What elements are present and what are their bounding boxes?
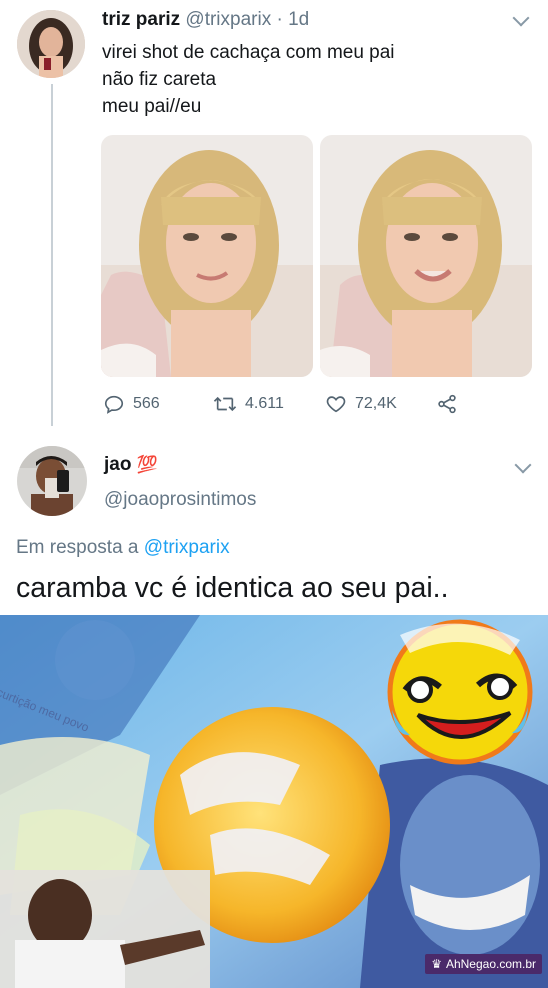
display-name[interactable]: triz pariz [102, 9, 180, 30]
watermark-text: AhNegao.com.br [445, 957, 536, 971]
thread-line [51, 84, 53, 426]
avatar-joaoprosintimos[interactable] [17, 446, 87, 516]
tweet-line: meu pai//eu [102, 96, 202, 117]
display-name[interactable]: jao [104, 454, 131, 475]
tweet2-name-row: jao 💯 [104, 454, 158, 476]
retweet-count: 4.611 [245, 395, 284, 412]
watermark-logo-icon: ♛ [431, 957, 442, 971]
handle[interactable]: @joaoprosintimos [104, 489, 256, 511]
reply-action[interactable]: 566 [103, 393, 160, 415]
tweet-photo-right[interactable] [320, 135, 532, 377]
chevron-down-icon[interactable] [512, 9, 530, 27]
tweet2-text: caramba vc é identica ao seu pai.. [16, 572, 449, 604]
reply-icon [104, 395, 124, 414]
share-icon [438, 394, 456, 414]
like-action[interactable]: 72,4K [325, 393, 397, 415]
tweet1-header: triz pariz @trixparix · 1d [102, 9, 309, 31]
reply-context: Em resposta a @trixparix [16, 537, 230, 559]
tweet-line: virei shot de cachaça com meu pai [102, 42, 395, 63]
chevron-down-icon[interactable] [514, 456, 532, 474]
tweet-photo-left[interactable] [101, 135, 313, 377]
watermark: ♛ AhNegao.com.br [425, 954, 542, 974]
retweet-action[interactable]: 4.611 [213, 393, 284, 415]
reply-prefix: Em resposta a [16, 537, 144, 558]
reply-to-link[interactable]: @trixparix [144, 537, 230, 558]
like-count: 72,4K [355, 395, 397, 412]
meme-image[interactable]: curtição meu povo ♛ AhNegao.com.br [0, 615, 548, 988]
reply-count: 566 [133, 395, 160, 412]
retweet-icon [213, 396, 237, 412]
avatar-trixparix[interactable] [17, 10, 85, 78]
handle-time[interactable]: @trixparix · 1d [185, 9, 309, 30]
hundred-points-emoji: 💯 [136, 455, 158, 474]
tweet-line: não fiz careta [102, 69, 217, 90]
tweet1-text: virei shot de cachaça com meu pai não fi… [102, 39, 395, 120]
heart-icon [326, 396, 346, 413]
share-action[interactable] [436, 393, 458, 415]
